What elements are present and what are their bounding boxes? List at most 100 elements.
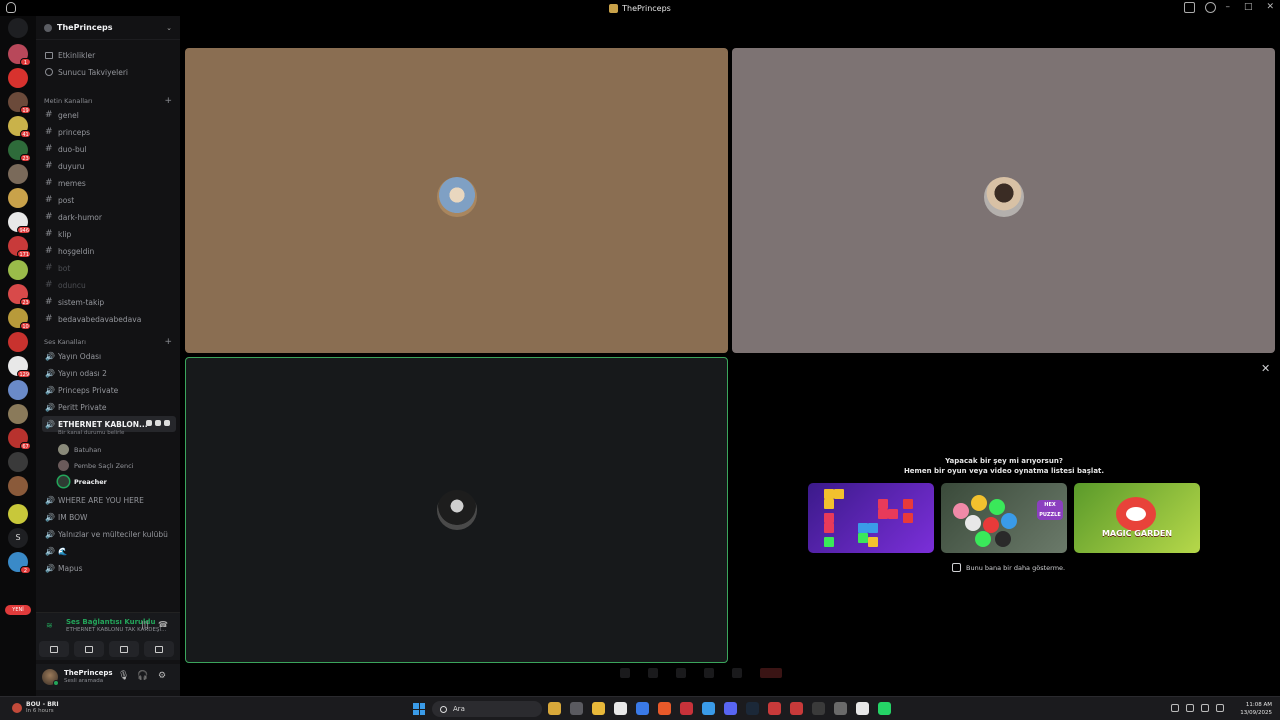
sidebar-item-events[interactable]: Etkinlikler	[42, 47, 176, 63]
text-channel-item[interactable]: # duyuru	[42, 158, 176, 174]
server-icon[interactable]	[8, 504, 28, 524]
voice-channel-label[interactable]: ETHERNET KABLONU TAK KARDEŞİ...	[66, 627, 166, 633]
server-icon[interactable]	[8, 332, 28, 352]
signal-icon[interactable]: ≋	[46, 621, 56, 631]
voice-channel-item[interactable]: 🔊 Peritt Private	[42, 399, 176, 415]
brave-icon[interactable]	[658, 702, 671, 715]
microphone-icon[interactable]: 🎙	[118, 671, 129, 681]
text-channel-item[interactable]: # oduncu	[42, 277, 176, 293]
settings-gear-icon[interactable]: ⚙	[157, 671, 167, 681]
game-card-blocks[interactable]	[808, 483, 934, 553]
server-icon[interactable]	[8, 164, 28, 184]
tray-network-icon[interactable]	[1201, 704, 1209, 712]
game-card-magic-garden[interactable]: MAGIC GARDEN	[1074, 483, 1200, 553]
text-channel-item[interactable]: # princeps	[42, 124, 176, 140]
server-icon[interactable]: 1	[8, 44, 31, 66]
add-voice-channel-icon[interactable]: +	[164, 337, 172, 347]
server-icon[interactable]	[8, 68, 28, 88]
taskbar-search[interactable]: Ara	[432, 701, 542, 717]
voice-channel-item[interactable]: 🔊 Princeps Private	[42, 382, 176, 398]
video-tile-1[interactable]	[185, 48, 728, 353]
text-channel-item[interactable]: # sistem-takip	[42, 294, 176, 310]
voice-channel-item[interactable]: 🔊 Mapus	[42, 560, 176, 576]
voice-channel-item[interactable]: 🔊 IM BOW	[42, 509, 176, 525]
voice-channels-category[interactable]: Ses Kanalları +	[44, 337, 176, 347]
voice-channel-item[interactable]: 🔊 Yayın Odası	[42, 348, 176, 364]
call-more-icon[interactable]	[732, 668, 742, 678]
screen-share-button[interactable]	[74, 641, 104, 657]
server-icon[interactable]: 23	[8, 284, 31, 306]
task-view-icon[interactable]	[570, 702, 583, 715]
camera-button[interactable]	[39, 641, 69, 657]
vpn-icon[interactable]	[702, 702, 715, 715]
server-header[interactable]: ThePrinceps ⌄	[36, 16, 180, 40]
server-icon[interactable]: 41	[8, 116, 31, 138]
server-icon[interactable]	[8, 380, 28, 400]
inbox-icon[interactable]	[1184, 2, 1195, 13]
chat-icon[interactable]	[146, 420, 152, 426]
text-channel-item[interactable]: # duo-bul	[42, 141, 176, 157]
discord-home-icon[interactable]	[8, 18, 28, 38]
call-activity-icon[interactable]	[676, 668, 686, 678]
chevron-down-icon[interactable]: ⌄	[166, 24, 172, 32]
text-channel-item[interactable]: # klip	[42, 226, 176, 242]
server-icon[interactable]: 67	[8, 428, 31, 450]
server-icon[interactable]	[8, 476, 28, 496]
help-icon[interactable]	[1205, 2, 1216, 13]
dont-show-checkbox[interactable]	[952, 563, 961, 572]
text-channel-item[interactable]: # post	[42, 192, 176, 208]
windows-start-icon[interactable]	[413, 703, 425, 715]
voice-user[interactable]: Batuhan	[58, 442, 176, 457]
server-icon[interactable]: 946	[8, 212, 31, 234]
server-icon[interactable]: 10	[8, 308, 31, 330]
obs-icon[interactable]	[812, 702, 825, 715]
close-window-button[interactable]: ✕	[1266, 2, 1274, 12]
close-activity-icon[interactable]: ✕	[1261, 362, 1270, 375]
leave-call-button[interactable]	[760, 668, 782, 678]
file-explorer-icon[interactable]	[592, 702, 605, 715]
call-camera-icon[interactable]	[620, 668, 630, 678]
steam-icon[interactable]	[746, 702, 759, 715]
server-icon[interactable]	[8, 260, 28, 280]
invite-icon[interactable]	[155, 420, 161, 426]
app-icon[interactable]	[680, 702, 693, 715]
video-tile-2[interactable]	[732, 48, 1275, 353]
call-screen-icon[interactable]	[648, 668, 658, 678]
video-tile-3-speaking[interactable]	[185, 357, 728, 663]
sidebar-item-boosts[interactable]: Sunucu Takviyeleri	[42, 64, 176, 80]
widgets-icon[interactable]	[548, 702, 561, 715]
server-letter-icon[interactable]: S	[8, 528, 28, 548]
tray-volume-icon[interactable]	[1216, 704, 1224, 712]
taskbar-clock[interactable]: 11:08 AM 13/09/2025	[1240, 701, 1272, 717]
server-icon[interactable]	[8, 188, 28, 208]
settings-app-icon[interactable]	[636, 702, 649, 715]
app-red2-icon[interactable]	[790, 702, 803, 715]
notepad-icon[interactable]	[614, 702, 627, 715]
settings-icon[interactable]	[164, 420, 170, 426]
server-icon[interactable]: 23	[8, 140, 31, 162]
dont-show-again[interactable]: Bunu bana bir daha gösterme.	[952, 563, 1065, 572]
activity-button[interactable]	[109, 641, 139, 657]
text-channels-category[interactable]: Metin Kanalları +	[44, 96, 176, 106]
app-gray-icon[interactable]	[834, 702, 847, 715]
voice-channel-item[interactable]: 🔊 WHERE ARE YOU HERE	[42, 492, 176, 508]
minimize-button[interactable]: –	[1225, 2, 1230, 12]
weather-widget[interactable]: BOU - BRI In 6 hours	[12, 701, 59, 714]
text-channel-item[interactable]: # hoşgeldin	[42, 243, 176, 259]
text-channel-item[interactable]: # bedavabedavabedava	[42, 311, 176, 327]
text-channel-item[interactable]: # bot	[42, 260, 176, 276]
server-icon[interactable]	[8, 452, 28, 472]
add-channel-icon[interactable]: +	[164, 96, 172, 106]
server-icon[interactable]: 2	[8, 552, 31, 574]
game-card-hex-puzzle[interactable]: HEX PUZZLE	[941, 483, 1067, 553]
discord-icon[interactable]	[724, 702, 737, 715]
tray-mic-icon[interactable]	[1186, 704, 1194, 712]
tray-chevron-icon[interactable]	[1171, 704, 1179, 712]
voice-user[interactable]: Preacher	[58, 474, 176, 489]
server-icon[interactable]: 19	[8, 92, 31, 114]
server-icon[interactable]: 129	[8, 356, 31, 378]
user-name[interactable]: ThePrinceps	[64, 669, 113, 677]
text-channel-item[interactable]: # dark-humor	[42, 209, 176, 225]
voice-channel-item[interactable]: 🔊 🌊	[42, 543, 176, 559]
text-channel-item[interactable]: # memes	[42, 175, 176, 191]
